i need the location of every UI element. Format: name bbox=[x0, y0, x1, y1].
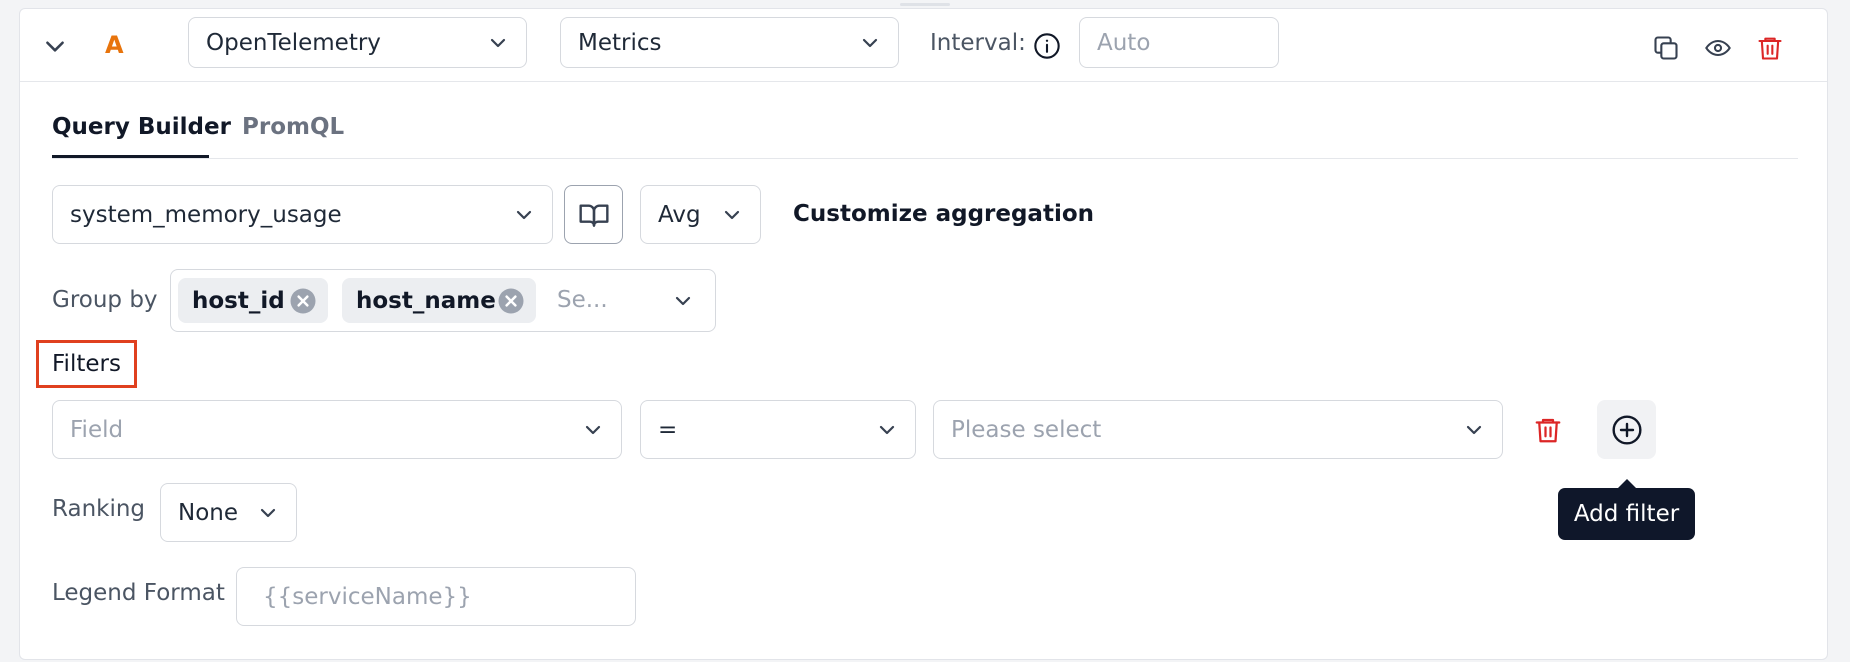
interval-placeholder: Auto bbox=[1097, 29, 1151, 56]
remove-chip-icon[interactable] bbox=[288, 286, 318, 316]
data-source-value: OpenTelemetry bbox=[206, 29, 381, 56]
filter-value-placeholder: Please select bbox=[951, 416, 1102, 443]
chip-label: host_id bbox=[192, 287, 285, 314]
filter-operator-select[interactable]: = bbox=[640, 400, 916, 459]
add-filter-tooltip: Add filter bbox=[1558, 488, 1695, 540]
ranking-value: None bbox=[178, 499, 239, 526]
group-by-chip-host-name: host_name bbox=[342, 278, 536, 323]
aggregation-select[interactable]: Avg bbox=[640, 185, 761, 244]
data-source-select[interactable]: OpenTelemetry bbox=[188, 17, 527, 68]
metric-docs-button[interactable] bbox=[564, 185, 623, 244]
tabs-divider bbox=[52, 158, 1798, 159]
legend-format-placeholder: {{serviceName}} bbox=[263, 583, 472, 610]
chevron-down-icon bbox=[675, 296, 691, 306]
tab-promql[interactable]: PromQL bbox=[242, 114, 344, 140]
group-by-select[interactable]: host_id host_name Se... bbox=[170, 269, 716, 332]
chevron-down-icon bbox=[862, 38, 878, 47]
customize-aggregation-link[interactable]: Customize aggregation bbox=[793, 201, 1094, 227]
chevron-down-icon bbox=[879, 425, 895, 434]
tab-query-builder[interactable]: Query Builder bbox=[52, 114, 231, 140]
interval-input[interactable]: Auto bbox=[1079, 17, 1279, 68]
aggregation-value: Avg bbox=[658, 201, 701, 228]
metric-select[interactable]: system_memory_usage bbox=[52, 185, 553, 244]
delete-query-icon[interactable] bbox=[1755, 33, 1785, 63]
header-divider bbox=[20, 81, 1827, 82]
query-type-select[interactable]: Metrics bbox=[560, 17, 899, 68]
chevron-down-icon bbox=[724, 210, 740, 219]
chevron-down-icon bbox=[490, 38, 506, 47]
chevron-down-icon bbox=[585, 425, 601, 434]
filter-operator-value: = bbox=[658, 416, 678, 443]
chevron-down-icon bbox=[516, 210, 532, 219]
book-open-icon bbox=[578, 203, 609, 227]
remove-chip-icon[interactable] bbox=[496, 286, 526, 316]
interval-label: Interval: bbox=[930, 30, 1026, 56]
filter-field-placeholder: Field bbox=[70, 416, 124, 443]
chevron-down-icon bbox=[1466, 425, 1482, 434]
chevron-down-icon bbox=[260, 508, 276, 517]
info-icon[interactable] bbox=[1032, 31, 1062, 61]
visibility-eye-icon[interactable] bbox=[1703, 33, 1733, 63]
panel-drag-handle[interactable] bbox=[900, 3, 950, 6]
metric-value: system_memory_usage bbox=[70, 201, 342, 228]
group-by-search-placeholder[interactable]: Se... bbox=[557, 287, 608, 313]
legend-format-input[interactable]: {{serviceName}} bbox=[236, 567, 636, 626]
query-type-value: Metrics bbox=[578, 29, 662, 56]
group-by-chip-host-id: host_id bbox=[178, 278, 328, 323]
filter-field-select[interactable]: Field bbox=[52, 400, 622, 459]
chip-label: host_name bbox=[356, 287, 496, 314]
query-panel: A OpenTelemetry Metrics Interval: Auto Q… bbox=[19, 8, 1828, 660]
legend-format-label: Legend Format bbox=[52, 580, 225, 606]
ranking-label: Ranking bbox=[52, 496, 146, 522]
tooltip-text: Add filter bbox=[1573, 501, 1680, 527]
filter-value-select[interactable]: Please select bbox=[933, 400, 1503, 459]
collapse-chevron-icon[interactable] bbox=[40, 31, 70, 61]
plus-circle-icon bbox=[1611, 414, 1642, 445]
filters-label: Filters bbox=[52, 351, 121, 377]
ranking-select[interactable]: None bbox=[160, 483, 297, 542]
delete-filter-icon[interactable] bbox=[1532, 414, 1564, 446]
duplicate-icon[interactable] bbox=[1651, 33, 1681, 63]
group-by-label: Group by bbox=[52, 287, 158, 313]
add-filter-button[interactable] bbox=[1597, 400, 1656, 459]
query-letter: A bbox=[105, 31, 124, 59]
